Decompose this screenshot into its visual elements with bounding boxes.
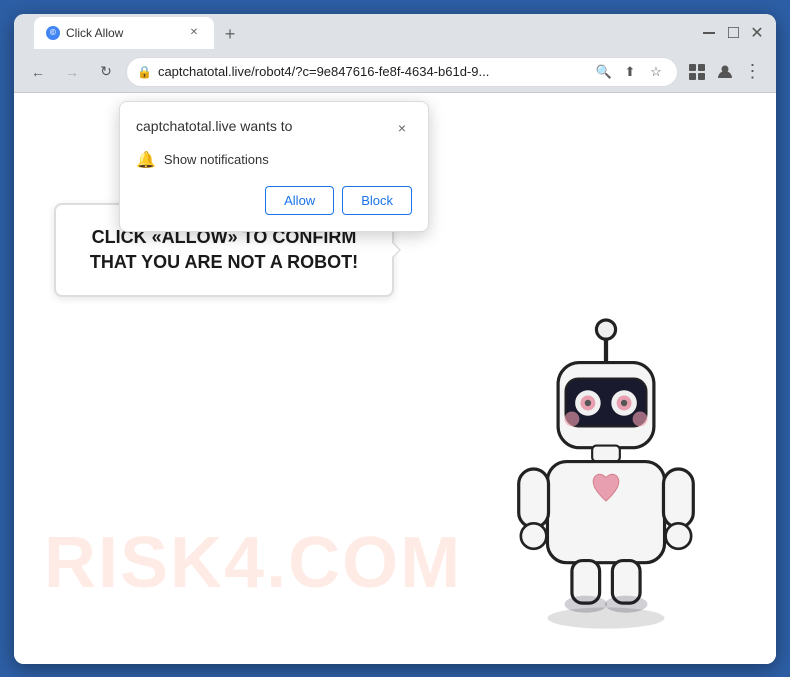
- permission-text: Show notifications: [164, 152, 269, 167]
- window-actions: ✕: [698, 22, 768, 44]
- title-bar: © Click Allow ✕ + ✕: [14, 14, 776, 52]
- tab-title: Click Allow: [66, 26, 180, 40]
- tab-area: © Click Allow ✕ +: [34, 17, 692, 49]
- minimize-button[interactable]: [698, 22, 720, 44]
- extensions-button[interactable]: [684, 59, 710, 85]
- popup-buttons: Allow Block: [136, 186, 412, 215]
- profile-button[interactable]: [712, 59, 738, 85]
- share-icon[interactable]: ⬆: [619, 61, 641, 83]
- bell-icon: 🔔: [136, 150, 156, 170]
- more-options-button[interactable]: ⋮: [740, 59, 766, 85]
- close-window-button[interactable]: ✕: [746, 22, 768, 44]
- url-box[interactable]: 🔒 captchatotal.live/robot4/?c=9e847616-f…: [126, 57, 678, 87]
- page-content: RISK4.COM captchatotal.live wants to × 🔔…: [14, 93, 776, 664]
- popup-title: captchatotal.live wants to: [136, 118, 292, 134]
- back-button[interactable]: ←: [24, 58, 52, 86]
- maximize-button[interactable]: [722, 22, 744, 44]
- url-text: captchatotal.live/robot4/?c=9e847616-fe8…: [158, 64, 587, 79]
- allow-button[interactable]: Allow: [265, 186, 334, 215]
- forward-button[interactable]: →: [58, 58, 86, 86]
- address-bar: ← → ↻ 🔒 captchatotal.live/robot4/?c=9e84…: [14, 52, 776, 93]
- popup-header: captchatotal.live wants to ×: [136, 118, 412, 138]
- popup-permission: 🔔 Show notifications: [136, 150, 412, 170]
- lock-icon: 🔒: [137, 65, 152, 79]
- active-tab[interactable]: © Click Allow ✕: [34, 17, 214, 49]
- popup-close-button[interactable]: ×: [392, 118, 412, 138]
- bubble-text: CLICK «ALLOW» TO CONFIRM THAT YOU ARE NO…: [86, 225, 362, 275]
- tab-close-button[interactable]: ✕: [186, 25, 202, 41]
- url-icons: 🔍 ⬆ ☆: [593, 61, 667, 83]
- robot-illustration: [496, 304, 716, 634]
- notification-popup: captchatotal.live wants to × 🔔 Show noti…: [119, 101, 429, 232]
- bookmark-icon[interactable]: ☆: [645, 61, 667, 83]
- browser-window: © Click Allow ✕ + ✕ ← → ↻ 🔒 captchatotal…: [14, 14, 776, 664]
- tab-favicon: ©: [46, 26, 60, 40]
- new-tab-button[interactable]: +: [216, 21, 244, 49]
- menu-area: ⋮: [684, 59, 766, 85]
- block-button[interactable]: Block: [342, 186, 412, 215]
- search-icon[interactable]: 🔍: [593, 61, 615, 83]
- reload-button[interactable]: ↻: [92, 58, 120, 86]
